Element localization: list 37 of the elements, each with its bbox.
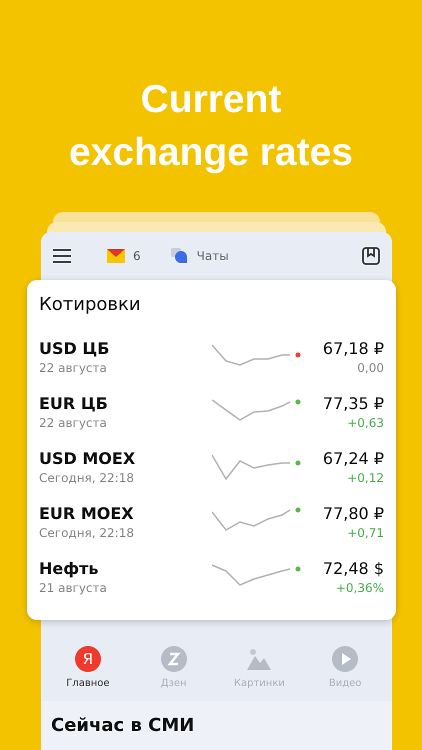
quote-name: EUR ЦБ <box>39 394 109 412</box>
quote-name: EUR MOEX <box>39 504 135 522</box>
quote-date: Сегодня, 22:18 <box>39 470 135 484</box>
image-icon <box>246 646 272 672</box>
card-title: Котировки <box>39 294 142 315</box>
quote-change: 0,00 <box>357 360 384 374</box>
chat-icon[interactable] <box>170 248 189 264</box>
nav-tab[interactable]: Я Главное <box>52 646 123 689</box>
quote-name: USD MOEX <box>39 448 136 468</box>
quote-change: +0,36% <box>336 580 384 594</box>
nav-tab[interactable]: Видео <box>310 646 380 689</box>
quote-value: 67,18 ₽ <box>322 338 384 358</box>
nav-tab[interactable]: Картинки <box>224 646 294 689</box>
quote-name: Нефть <box>39 558 100 578</box>
quote-date: Сегодня, 22:18 <box>39 526 135 540</box>
mail-icon[interactable] <box>107 249 125 263</box>
quote-value: 77,35 ₽ <box>322 394 384 412</box>
zen-icon <box>160 646 187 672</box>
logo-icon: Я <box>74 646 101 672</box>
chats-link[interactable]: Чаты <box>196 249 229 263</box>
menu-icon[interactable] <box>53 249 71 263</box>
quote-name: USD ЦБ <box>39 338 110 358</box>
headline: Current exchange rates <box>68 77 354 176</box>
quote-change: +0,12 <box>347 470 384 484</box>
quote-date: 21 августа <box>39 580 108 594</box>
section-title: Сейчас в СМИ <box>51 715 196 736</box>
quote-change: +0,71 <box>347 526 384 540</box>
quote-value: 77,80 ₽ <box>322 504 384 522</box>
bookmark-icon[interactable] <box>362 247 380 265</box>
quote-value: 72,48 $ <box>322 558 384 578</box>
nav-tab[interactable]: Дзен <box>138 646 209 689</box>
quote-value: 67,24 ₽ <box>322 448 384 468</box>
play-icon <box>332 646 358 672</box>
mail-count: 6 <box>133 249 141 263</box>
quote-date: 22 августа <box>39 360 108 374</box>
quote-change: +0,63 <box>347 416 384 430</box>
quote-date: 22 августа <box>39 416 108 430</box>
